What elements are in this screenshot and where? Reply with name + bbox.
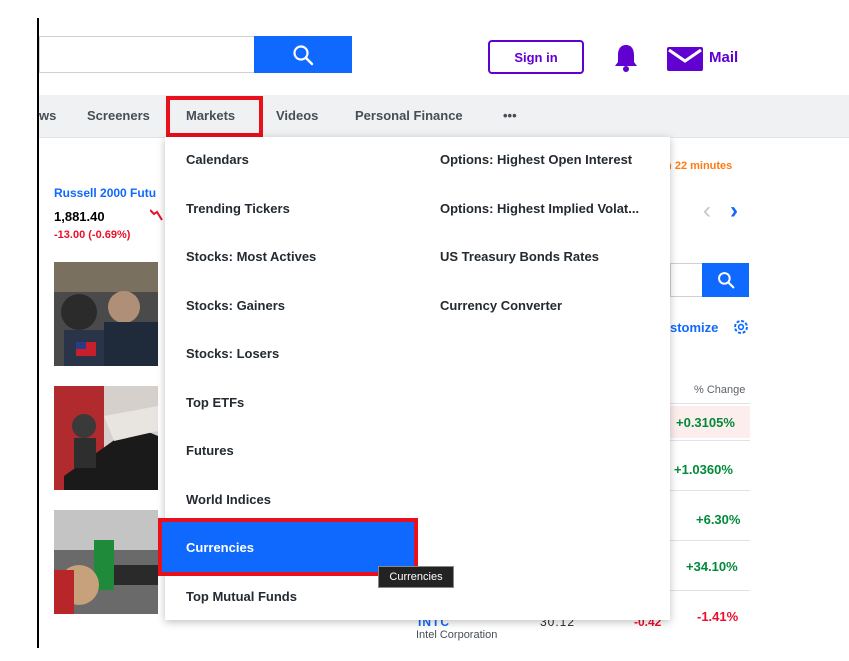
menu-item-futures[interactable]: Futures: [186, 443, 234, 458]
quote-search-button[interactable]: [702, 263, 749, 297]
chevron-left-icon[interactable]: ‹: [703, 197, 711, 225]
percent-change-header: % Change: [694, 384, 746, 396]
divider: [670, 440, 750, 441]
currencies-tooltip: Currencies: [378, 566, 454, 588]
divider: [670, 540, 750, 541]
menu-item-us-treasury-bonds-rates[interactable]: US Treasury Bonds Rates: [440, 249, 599, 264]
menu-item-trending-tickers[interactable]: Trending Tickers: [186, 201, 290, 216]
percent-change: +34.10%: [686, 559, 738, 574]
percent-change: +0.3105%: [676, 415, 735, 430]
chevron-right-icon[interactable]: ›: [730, 197, 738, 225]
market-countdown: in 22 minutes: [662, 160, 733, 172]
quote-search-input[interactable]: [670, 263, 702, 297]
nav-item-videos[interactable]: Videos: [276, 108, 318, 123]
menu-item-options-highest-open-interest[interactable]: Options: Highest Open Interest: [440, 152, 632, 167]
menu-item-top-etfs[interactable]: Top ETFs: [186, 395, 244, 410]
menu-item-stocks-most-actives[interactable]: Stocks: Most Actives: [186, 249, 316, 264]
russell-ticker-value: 1,881.40: [54, 209, 105, 224]
search-input[interactable]: [39, 36, 254, 73]
menu-item-stocks-losers[interactable]: Stocks: Losers: [186, 346, 279, 361]
divider: [670, 590, 750, 591]
percent-change: +1.0360%: [674, 462, 733, 477]
percent-change: -1.41%: [697, 609, 739, 624]
russell-ticker-change: -13.00 (-0.69%): [54, 229, 131, 241]
search-icon: [293, 44, 314, 65]
divider: [670, 490, 750, 491]
menu-item-world-indices[interactable]: World Indices: [186, 492, 271, 507]
divider: [670, 403, 750, 404]
search-icon: [717, 272, 734, 289]
nav-item-screeners[interactable]: Screeners: [87, 108, 150, 123]
news-thumbnail[interactable]: [54, 510, 158, 614]
news-thumbnail[interactable]: [54, 262, 158, 366]
customize-link[interactable]: stomize: [670, 320, 718, 335]
percent-change: +6.30%: [696, 512, 741, 527]
nav-item-news[interactable]: ws: [39, 108, 56, 123]
intel-company-name: Intel Corporation: [416, 629, 498, 641]
menu-item-calendars[interactable]: Calendars: [186, 152, 249, 167]
mail-icon[interactable]: [667, 47, 703, 71]
mail-link[interactable]: Mail: [709, 49, 738, 66]
menu-item-options-highest-implied-volatility[interactable]: Options: Highest Implied Volat...: [440, 201, 639, 216]
news-thumbnail[interactable]: [54, 386, 158, 490]
russell-ticker-name[interactable]: Russell 2000 Futu: [54, 186, 156, 200]
bell-icon[interactable]: [610, 42, 642, 74]
menu-item-stocks-gainers[interactable]: Stocks: Gainers: [186, 298, 285, 313]
gear-icon[interactable]: [732, 318, 750, 336]
menu-item-top-mutual-funds[interactable]: Top Mutual Funds: [186, 589, 297, 604]
nav-item-personal-finance[interactable]: Personal Finance: [355, 108, 463, 123]
nav-more-button[interactable]: •••: [503, 108, 517, 123]
markets-highlight-box: [166, 96, 263, 137]
menu-item-currency-converter[interactable]: Currency Converter: [440, 298, 562, 313]
search-button[interactable]: [254, 36, 352, 73]
sparkline-icon: [150, 209, 163, 221]
sign-in-button[interactable]: Sign in: [488, 40, 584, 74]
